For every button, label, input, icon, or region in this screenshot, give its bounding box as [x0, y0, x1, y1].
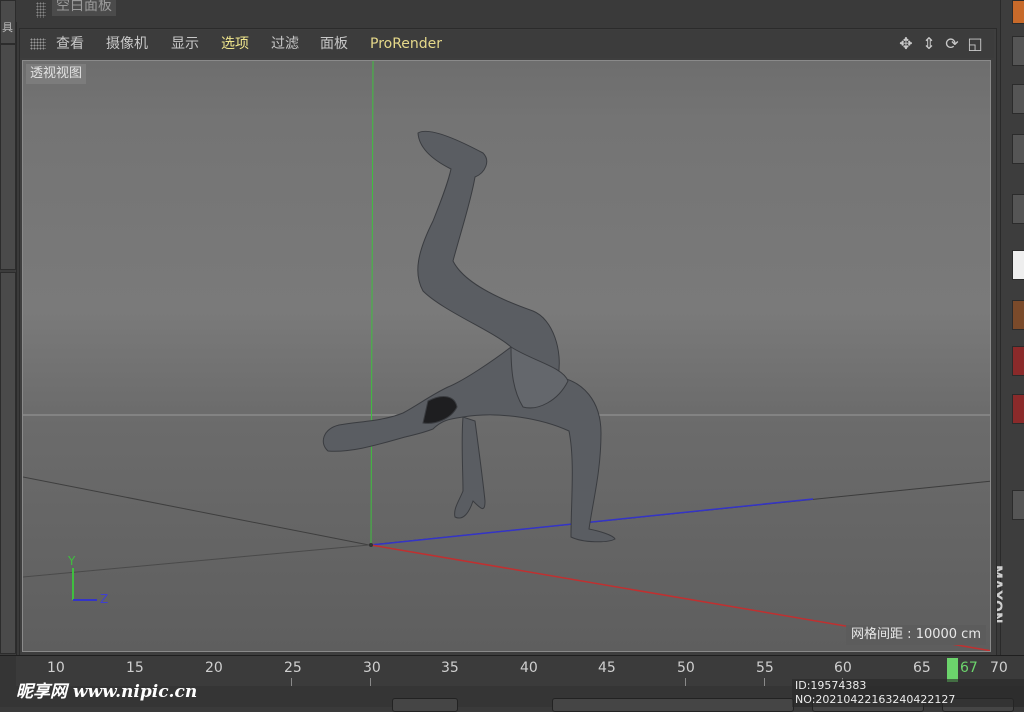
left-dock-strip: 具: [0, 0, 17, 706]
right-dock-button[interactable]: [1012, 0, 1024, 24]
grid-line: [23, 476, 370, 546]
panel-grip-icon[interactable]: [36, 2, 46, 18]
frame-tick-label: 10: [47, 660, 65, 676]
menu-grip-icon[interactable]: [30, 38, 46, 50]
frame-tick-label: 15: [126, 660, 144, 676]
menu-panel[interactable]: 面板: [320, 35, 348, 53]
frame-tick-label: 55: [756, 660, 774, 676]
frame-tick-label: 35: [441, 660, 459, 676]
frame-tick-label: 20: [205, 660, 223, 676]
menu-options[interactable]: 选项: [221, 35, 249, 53]
frame-tick-label: 45: [598, 660, 616, 676]
character-model: [322, 130, 616, 543]
right-dock-button[interactable]: [1012, 134, 1024, 164]
frame-tick-label: 50: [677, 660, 695, 676]
scene-svg: [23, 61, 990, 651]
site-watermark: 昵享网 www.nipic.cn: [16, 682, 198, 702]
dolly-icon[interactable]: ⇕: [920, 34, 938, 54]
frame-tick-label: 30: [363, 660, 381, 676]
left-dock-label: 具: [2, 21, 13, 34]
frame-tick: [685, 678, 686, 686]
y-axis-line: [370, 61, 374, 546]
maximize-icon[interactable]: ◱: [966, 34, 984, 54]
gizmo-z-label: Z: [100, 592, 109, 606]
menu-display[interactable]: 显示: [171, 35, 199, 53]
right-dock-button[interactable]: [1012, 194, 1024, 224]
frame-tick-label: 40: [520, 660, 538, 676]
top-panel-bar: 空白面板: [16, 0, 1000, 22]
panel-title[interactable]: 空白面板: [52, 0, 116, 16]
viewport-menubar: 查看 摄像机 显示 选项 过滤 面板 ProRender ✥ ⇕ ⟳ ◱: [20, 30, 994, 58]
right-dock-button[interactable]: [1012, 84, 1024, 114]
playback-controls[interactable]: [552, 698, 794, 712]
perspective-viewport[interactable]: 透视视图 Y Z 网格间距 : 10000 cm: [22, 60, 991, 652]
right-dock-button[interactable]: [1012, 490, 1024, 520]
current-frame-label: 67: [960, 660, 978, 676]
frame-tick: [370, 678, 371, 686]
menu-filter[interactable]: 过滤: [271, 35, 299, 53]
frame-tick-label: 60: [834, 660, 852, 676]
left-dock-tab[interactable]: 具: [0, 0, 16, 44]
frame-tick: [764, 678, 765, 686]
right-dock-button[interactable]: [1012, 394, 1024, 424]
menu-view[interactable]: 查看: [56, 35, 84, 53]
watermark-id: ID:19574383 NO:20210422163240422127: [792, 679, 1024, 707]
frame-tick-label: 25: [284, 660, 302, 676]
left-dock-tab[interactable]: [0, 44, 16, 270]
right-dock-button[interactable]: [1012, 346, 1024, 376]
left-dock-tab[interactable]: [0, 272, 16, 654]
right-dock-button[interactable]: [1012, 300, 1024, 330]
rotate-icon[interactable]: ⟳: [943, 34, 961, 54]
menu-camera[interactable]: 摄像机: [106, 35, 148, 53]
frame-field[interactable]: [392, 698, 458, 712]
gizmo-y-label: Y: [68, 554, 76, 568]
right-dock-button[interactable]: [1012, 250, 1024, 280]
frame-tick-label: 65: [913, 660, 931, 676]
menu-prorender[interactable]: ProRender: [370, 35, 442, 53]
frame-tick-label: 70: [990, 660, 1008, 676]
world-origin: [369, 543, 373, 547]
frame-tick: [291, 678, 292, 686]
move-icon[interactable]: ✥: [897, 34, 915, 54]
grid-spacing-label: 网格间距 : 10000 cm: [846, 625, 986, 645]
viewport-label: 透视视图: [26, 64, 87, 84]
right-dock-button[interactable]: [1012, 36, 1024, 66]
